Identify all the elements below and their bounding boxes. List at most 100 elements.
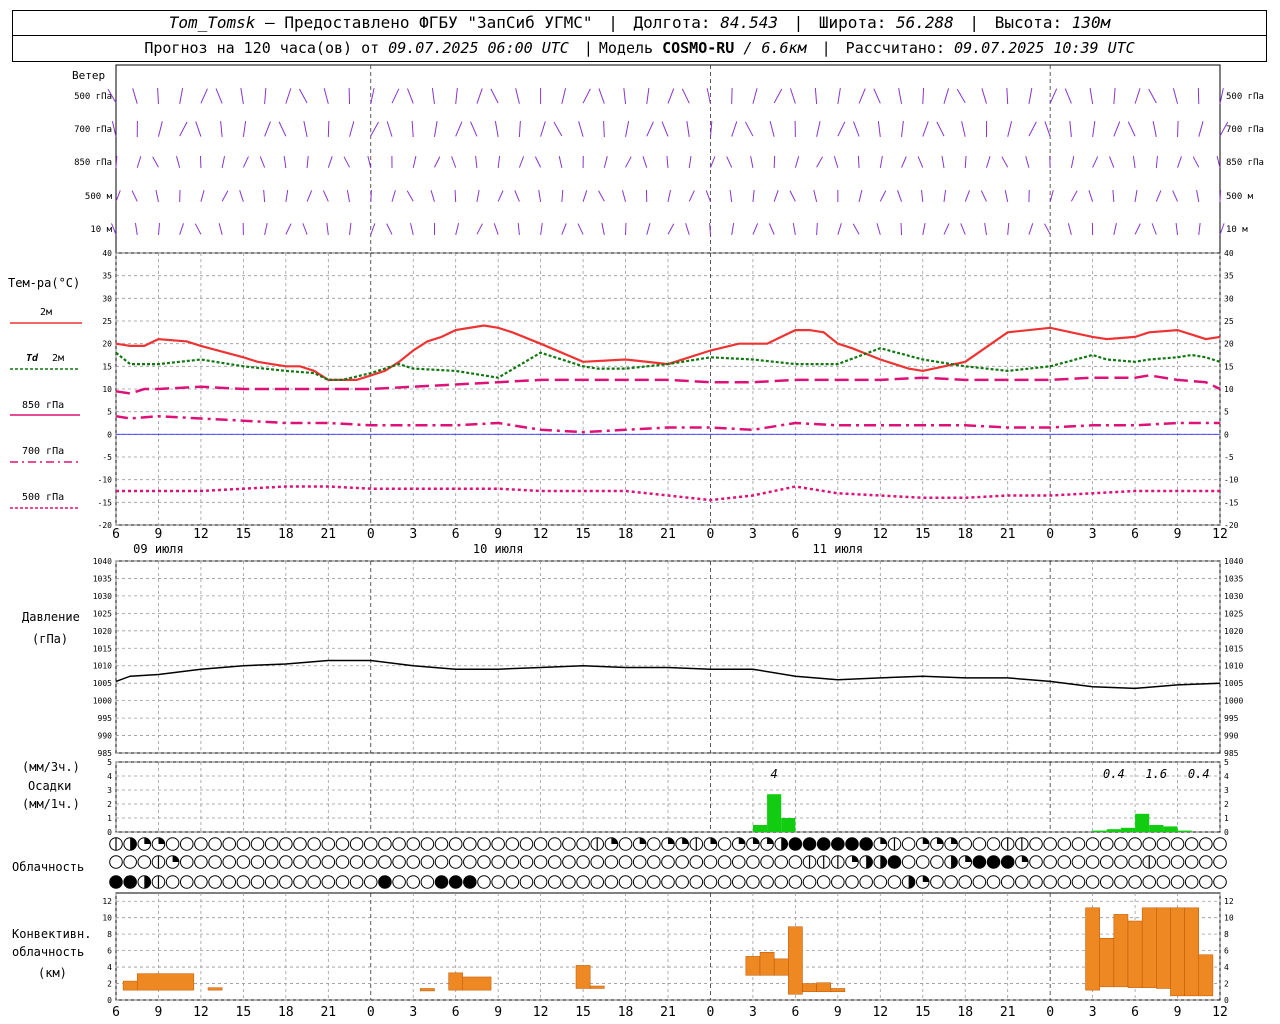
temp-tick-right: 0	[1224, 430, 1229, 439]
pressure-tick-left: 1020	[93, 627, 112, 636]
wind-barb	[553, 121, 563, 137]
wind-barb	[943, 223, 950, 235]
wind-barb	[625, 156, 632, 168]
wind-barb	[157, 87, 159, 105]
cloud-symbol	[930, 855, 944, 869]
wind-barb	[242, 156, 249, 168]
cloud-symbol	[831, 875, 845, 889]
temp-tick-left: 35	[102, 272, 112, 281]
wind-barb	[981, 88, 987, 104]
cloud-symbol-fill	[1001, 855, 1014, 869]
wind-barb	[1113, 87, 1116, 105]
wind-barb	[326, 222, 329, 236]
cloud-symbol	[887, 875, 902, 889]
wind-barb	[921, 189, 924, 203]
wind-barb	[857, 155, 860, 169]
x-tick-label-bottom: 0	[707, 1005, 715, 1020]
x-tick-label-bottom: 12	[533, 1005, 549, 1020]
precip-total: 0.4	[1103, 767, 1125, 781]
cloud-symbol	[420, 875, 435, 889]
cloud-symbol	[463, 855, 477, 869]
cloud-symbol-fill	[781, 837, 788, 851]
wind-barb	[433, 121, 438, 137]
cloud-symbol	[293, 855, 307, 869]
cloud-symbol	[321, 855, 336, 869]
cloud-symbol	[1213, 875, 1227, 889]
conv-bar	[816, 982, 832, 993]
wind-barb	[1092, 156, 1099, 168]
temp-tick-right: 35	[1224, 272, 1234, 281]
wind-barb	[789, 88, 796, 104]
wind-barb	[1069, 120, 1072, 138]
wind-barb	[1089, 88, 1094, 104]
temp-tick-left: -5	[102, 453, 112, 462]
wind-barb	[661, 121, 669, 137]
wind-barb	[646, 121, 654, 137]
wind-barb	[858, 88, 866, 104]
wind-barb	[922, 223, 926, 235]
wind-barb	[943, 189, 947, 203]
wind-barb	[1134, 88, 1141, 104]
cloud-symbol	[760, 855, 774, 869]
cloud-symbol	[137, 855, 152, 869]
cloud-symbol	[293, 875, 307, 889]
wind-barb	[1001, 156, 1009, 168]
x-tick-label: 15	[575, 527, 591, 542]
x-tick-label: 18	[278, 527, 294, 542]
cloud-symbol-fill	[378, 875, 392, 889]
wind-level-right: 700 гПа	[1226, 125, 1264, 135]
cloud-symbol	[986, 837, 1001, 851]
cloud-symbol-fill	[710, 837, 717, 844]
wind-barb	[157, 121, 163, 137]
x-tick-label: 21	[320, 527, 336, 542]
precip-bar	[1135, 813, 1150, 832]
cloud-symbol	[873, 875, 888, 889]
cloud-symbol	[505, 837, 520, 851]
x-tick-label: 9	[494, 527, 502, 542]
wind-barb	[497, 155, 501, 169]
cloud-symbol	[194, 875, 208, 889]
precip-tick-left: 5	[107, 758, 112, 767]
cloud-symbol	[661, 875, 675, 889]
wind-barb	[411, 120, 414, 138]
cloud-symbol	[915, 855, 930, 869]
pressure-unit: (гПа)	[32, 632, 68, 646]
wind-barb	[454, 189, 457, 203]
cloud-symbol	[293, 837, 307, 851]
wind-barb	[285, 88, 292, 104]
cloud-symbol	[533, 837, 548, 851]
cloud-symbol	[731, 855, 746, 869]
cloud-symbol	[1071, 837, 1086, 851]
conv-label-2: облачность	[12, 945, 84, 959]
wind-barb	[936, 121, 945, 137]
x-tick-label-bottom: 3	[749, 1005, 757, 1020]
wind-barb	[407, 88, 414, 104]
cloud-symbol	[1213, 837, 1227, 851]
cloud-symbol	[717, 837, 732, 851]
temp-tick-right: -15	[1224, 498, 1239, 507]
x-tick-label: 6	[791, 527, 799, 542]
wind-barb	[221, 190, 229, 202]
cloud-symbol	[1029, 875, 1043, 889]
wind-barb	[769, 121, 775, 137]
wind-barb	[561, 223, 567, 235]
cloud-symbol	[930, 875, 944, 889]
x-tick-label: 0	[1046, 527, 1054, 542]
cloud-symbol-fill	[951, 855, 958, 869]
wind-barb	[302, 223, 308, 235]
pressure-tick-right: 1020	[1224, 627, 1243, 636]
cloud-symbol-fill	[144, 875, 151, 889]
wind-barb	[263, 189, 266, 203]
temp-tick-left: 40	[102, 249, 112, 258]
wind-barb	[1155, 155, 1158, 169]
cloud-symbol	[604, 875, 619, 889]
cloud-symbol	[1199, 837, 1213, 851]
x-tick-label: 12	[193, 527, 209, 542]
cloud-symbol	[1199, 855, 1213, 869]
cloud-symbol	[1071, 855, 1086, 869]
conv-bar	[575, 965, 591, 989]
cloud-symbol	[491, 837, 505, 851]
x-tick-label: 18	[618, 527, 634, 542]
cloud-symbol	[279, 875, 293, 889]
temp-tick-right: 30	[1224, 294, 1234, 303]
